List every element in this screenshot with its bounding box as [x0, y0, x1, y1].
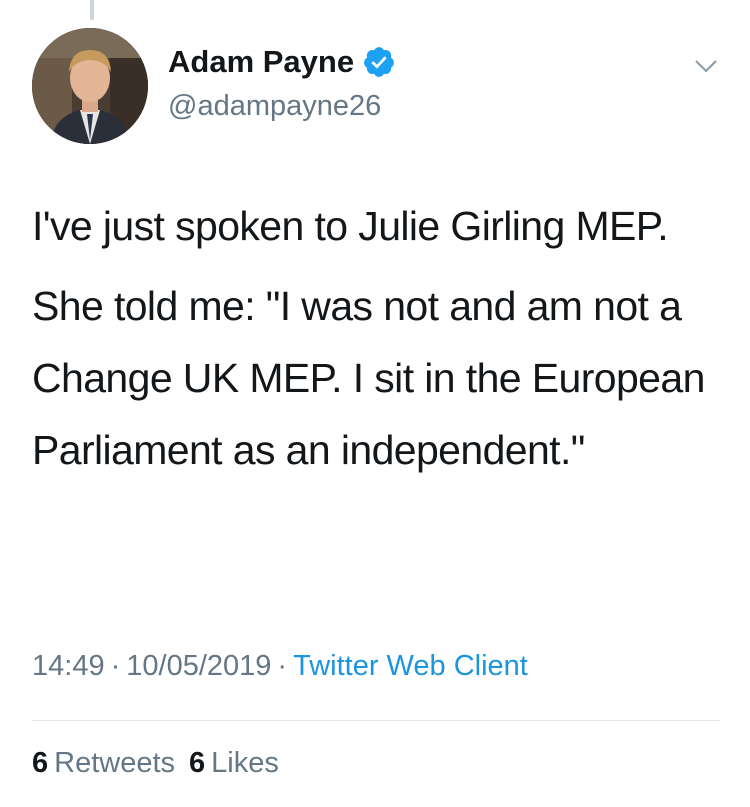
tweet-text: I've just spoken to Julie Girling MEP. S…	[32, 190, 722, 494]
tweet-paragraph: She told me: "I was not and am not a Cha…	[32, 283, 705, 473]
tweet-metadata: 14:49 · 10/05/2019 · Twitter Web Client	[32, 650, 528, 683]
meta-separator: ·	[277, 650, 288, 682]
likes-stat[interactable]: 6 Likes	[189, 747, 279, 780]
tweet-time[interactable]: 14:49	[32, 650, 105, 682]
chevron-down-icon[interactable]	[694, 58, 718, 74]
author-name-row[interactable]: Adam Payne	[168, 44, 396, 80]
likes-count: 6	[189, 747, 206, 779]
retweets-label: Retweets	[54, 747, 176, 779]
tweet-source-link[interactable]: Twitter Web Client	[293, 650, 528, 682]
thread-connector-line	[90, 0, 94, 20]
avatar-photo	[32, 28, 148, 144]
author-handle[interactable]: @adampayne26	[168, 90, 381, 123]
tweet-stats: 6 Retweets 6 Likes	[32, 747, 279, 780]
meta-separator: ·	[110, 650, 121, 682]
author-display-name[interactable]: Adam Payne	[168, 44, 354, 80]
retweets-stat[interactable]: 6 Retweets	[32, 747, 175, 780]
verified-badge-icon	[362, 45, 396, 79]
tweet-paragraph: I've just spoken to Julie Girling MEP.	[32, 203, 669, 249]
divider	[32, 720, 720, 721]
tweet-date[interactable]: 10/05/2019	[126, 650, 271, 682]
avatar[interactable]	[32, 28, 148, 144]
likes-label: Likes	[211, 747, 279, 779]
retweets-count: 6	[32, 747, 49, 779]
